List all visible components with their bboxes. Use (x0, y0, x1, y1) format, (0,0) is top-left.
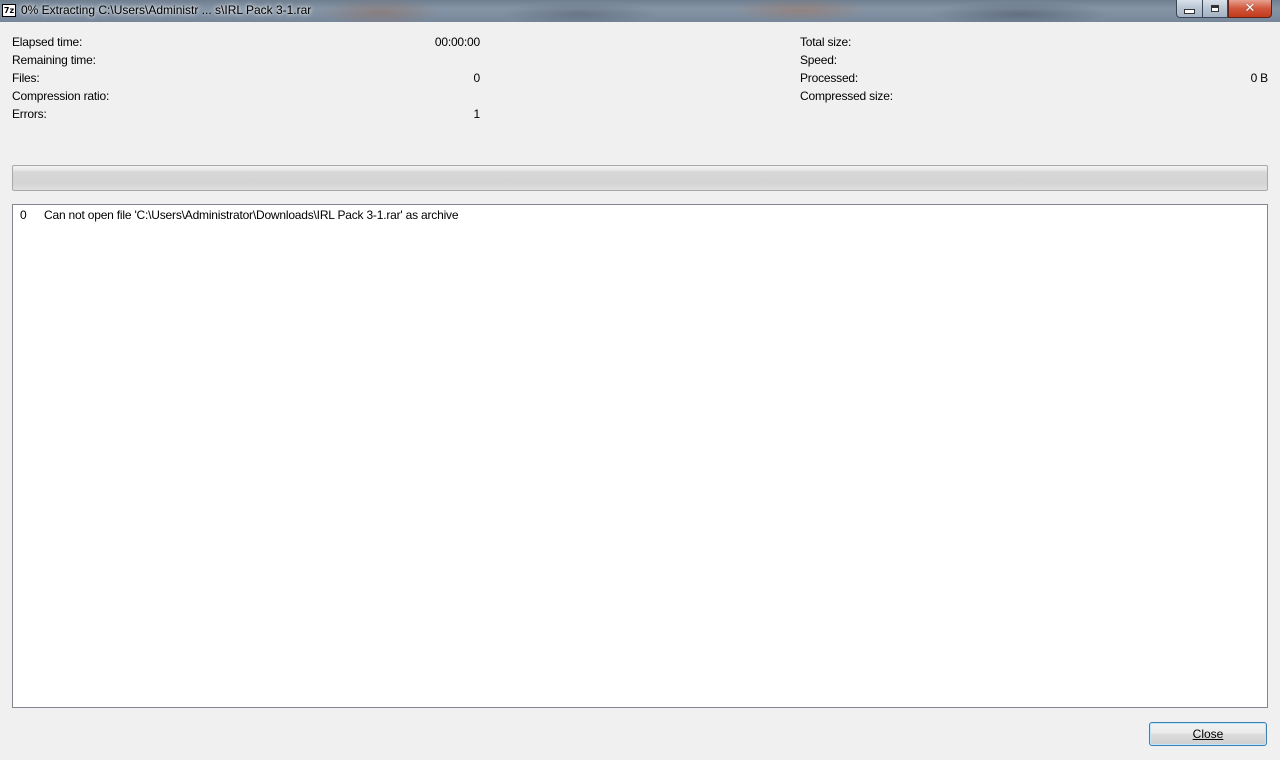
processed-value: 0 B (1250, 71, 1269, 85)
list-item[interactable]: 0 Can not open file 'C:\Users\Administra… (13, 205, 1267, 225)
title-bar[interactable]: 7z 0% Extracting C:\Users\Administr ... … (0, 0, 1280, 22)
maximize-button[interactable] (1202, 0, 1228, 18)
extract-progress-window: 7z 0% Extracting C:\Users\Administr ... … (0, 0, 1280, 760)
remaining-time-label: Remaining time: (12, 53, 96, 67)
log-item-message: Can not open file 'C:\Users\Administrato… (44, 208, 459, 222)
7zip-icon[interactable]: 7z (2, 4, 16, 17)
elapsed-time-value: 00:00:00 (434, 35, 480, 49)
files-value: 0 (473, 71, 481, 85)
window-controls: ✕ (1176, 0, 1272, 19)
minimize-button[interactable] (1176, 0, 1202, 18)
log-item-number: 0 (20, 208, 27, 222)
message-log-list[interactable]: 0 Can not open file 'C:\Users\Administra… (12, 204, 1268, 708)
elapsed-time-label: Elapsed time: (12, 35, 83, 49)
window-close-button[interactable]: ✕ (1228, 0, 1272, 18)
errors-value: 1 (473, 107, 481, 121)
close-icon: ✕ (1244, 1, 1256, 16)
close-button[interactable]: Close (1149, 722, 1267, 746)
minimize-icon (1184, 9, 1195, 14)
window-title: 0% Extracting C:\Users\Administr ... s\I… (21, 3, 312, 17)
speed-label: Speed: (800, 53, 837, 67)
processed-label: Processed: (800, 71, 859, 85)
compressed-size-label: Compressed size: (800, 89, 893, 103)
extraction-progress-bar (12, 165, 1268, 191)
total-size-label: Total size: (800, 35, 852, 49)
files-label: Files: (12, 71, 40, 85)
errors-label: Errors: (12, 107, 47, 121)
compression-ratio-label: Compression ratio: (12, 89, 110, 103)
close-button-label: Close (1192, 727, 1224, 741)
maximize-icon (1211, 5, 1219, 12)
